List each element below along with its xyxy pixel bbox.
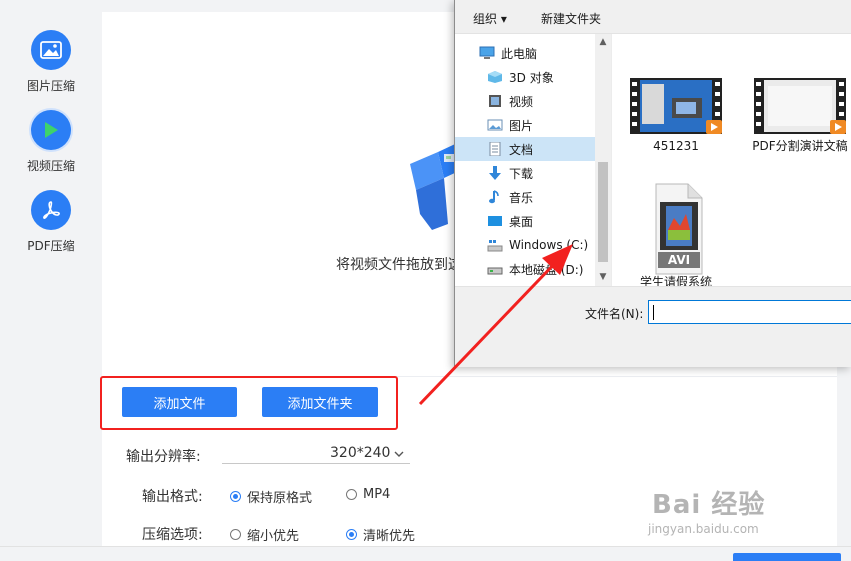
music-icon bbox=[489, 190, 499, 204]
nav-item-label: 此电脑 bbox=[501, 46, 538, 61]
file-name: PDF分割演讲文稿 bbox=[752, 139, 848, 153]
video-thumbnail-icon bbox=[754, 78, 846, 134]
filename-row: 文件名(N): bbox=[455, 286, 851, 367]
radio-label: 缩小优先 bbox=[247, 529, 300, 544]
nav-item-label: 音乐 bbox=[509, 190, 534, 205]
navigation-pane: 此电脑 3D 对象 视频 图片 文档 下载 音乐 桌面 Windows (C:)… bbox=[455, 34, 611, 286]
compress-size-first-radio[interactable]: 缩小优先 bbox=[230, 525, 299, 544]
resolution-label: 输出分辨率: bbox=[126, 449, 201, 465]
filename-input[interactable] bbox=[648, 300, 851, 324]
scroll-up-icon[interactable]: ▲ bbox=[595, 37, 611, 47]
baidu-watermark: Bai 经验 jingyan.baidu.com bbox=[638, 478, 808, 544]
nav-item-drive-d[interactable]: 本地磁盘 (D:) bbox=[455, 257, 595, 281]
radio-selected-icon bbox=[230, 491, 241, 502]
format-keep-original-radio[interactable]: 保持原格式 bbox=[230, 487, 312, 506]
drive-icon bbox=[487, 240, 503, 252]
sidebar-item-label: PDF压缩 bbox=[27, 239, 75, 253]
nav-item-label: 3D 对象 bbox=[509, 70, 554, 85]
file-open-dialog: 组织 ▾ 新建文件夹 此电脑 3D 对象 视频 图片 文档 下载 音乐 桌面 W… bbox=[454, 0, 851, 367]
nav-item-desktop[interactable]: 桌面 bbox=[455, 209, 595, 233]
nav-item-videos[interactable]: 视频 bbox=[455, 89, 595, 113]
nav-item-label: 下载 bbox=[509, 166, 534, 181]
play-icon bbox=[31, 110, 71, 150]
file-item[interactable]: PDF分割演讲文稿 bbox=[750, 76, 850, 154]
pdf-icon bbox=[31, 190, 71, 230]
nav-item-this-pc[interactable]: 此电脑 bbox=[455, 41, 595, 65]
format-label: 输出格式: bbox=[142, 489, 203, 505]
nav-item-label: Windows (C:) bbox=[509, 238, 589, 252]
file-item[interactable]: 451231 bbox=[626, 76, 726, 154]
nav-scrollbar[interactable]: ▲ ▼ bbox=[595, 34, 611, 286]
avi-badge: AVI bbox=[668, 253, 690, 267]
cube-icon bbox=[488, 71, 502, 83]
compress-clarity-first-radio[interactable]: 清晰优先 bbox=[346, 525, 415, 544]
file-name: 451231 bbox=[653, 139, 699, 153]
nav-item-label: 视频 bbox=[509, 94, 534, 109]
radio-label: 清晰优先 bbox=[363, 529, 416, 544]
file-item[interactable]: AVI 学生请假系统 bbox=[626, 182, 726, 290]
radio-icon bbox=[230, 529, 241, 540]
file-list: 451231 PDF分割演讲文稿 AVI 学生请假系统 bbox=[611, 34, 851, 289]
text-caret bbox=[653, 305, 654, 320]
sidebar: 图片压缩 视频压缩 PDF压缩 bbox=[0, 0, 102, 561]
nav-item-label: 文档 bbox=[509, 142, 534, 157]
document-icon bbox=[489, 142, 501, 156]
scrollbar-thumb[interactable] bbox=[598, 162, 608, 262]
scroll-down-icon[interactable]: ▼ bbox=[595, 272, 611, 282]
image-icon bbox=[31, 30, 71, 70]
resolution-select[interactable]: 320*240 bbox=[222, 442, 410, 464]
chevron-down-icon bbox=[394, 446, 404, 462]
sidebar-item-label: 视频压缩 bbox=[26, 159, 75, 173]
picture-icon bbox=[487, 119, 503, 131]
sidebar-item-image-compress[interactable]: 图片压缩 bbox=[0, 30, 102, 94]
highlight-box bbox=[100, 376, 398, 430]
nav-item-drive-c[interactable]: Windows (C:) bbox=[455, 233, 595, 257]
download-icon bbox=[489, 166, 501, 180]
nav-item-music[interactable]: 音乐 bbox=[455, 185, 595, 209]
start-compress-button[interactable] bbox=[733, 553, 841, 561]
nav-item-3d-objects[interactable]: 3D 对象 bbox=[455, 65, 595, 89]
radio-icon bbox=[346, 489, 357, 500]
status-bar bbox=[0, 546, 851, 561]
desktop-icon bbox=[488, 216, 502, 226]
nav-item-label: 桌面 bbox=[509, 214, 534, 229]
organize-menu[interactable]: 组织 ▾ bbox=[473, 10, 507, 27]
resolution-value: 320*240 bbox=[330, 445, 391, 461]
dialog-toolbar: 组织 ▾ 新建文件夹 bbox=[455, 0, 851, 34]
avi-file-icon: AVI bbox=[655, 183, 703, 275]
radio-label: 保持原格式 bbox=[247, 491, 313, 506]
radio-label: MP4 bbox=[363, 487, 391, 502]
drive-icon bbox=[487, 267, 503, 275]
new-folder-button[interactable]: 新建文件夹 bbox=[541, 10, 601, 27]
video-icon bbox=[489, 95, 501, 107]
nav-item-downloads[interactable]: 下载 bbox=[455, 161, 595, 185]
nav-item-label: 图片 bbox=[509, 118, 534, 133]
pc-icon bbox=[479, 46, 495, 59]
nav-item-pictures[interactable]: 图片 bbox=[455, 113, 595, 137]
filename-label: 文件名(N): bbox=[585, 307, 644, 321]
sidebar-item-label: 图片压缩 bbox=[26, 79, 75, 93]
video-thumbnail-icon bbox=[630, 78, 722, 134]
sidebar-item-video-compress[interactable]: 视频压缩 bbox=[0, 110, 102, 174]
sidebar-item-pdf-compress[interactable]: PDF压缩 bbox=[0, 190, 102, 254]
nav-item-documents[interactable]: 文档 bbox=[455, 137, 595, 161]
radio-selected-icon bbox=[346, 529, 357, 540]
format-mp4-radio[interactable]: MP4 bbox=[346, 487, 390, 502]
compress-label: 压缩选项: bbox=[142, 527, 203, 543]
drop-hint-text: 将视频文件拖放到这 bbox=[336, 257, 462, 273]
watermark-url: jingyan.baidu.com bbox=[648, 522, 759, 536]
watermark-logo-text: Bai 经验 bbox=[652, 490, 766, 520]
nav-item-label: 本地磁盘 (D:) bbox=[509, 262, 584, 277]
